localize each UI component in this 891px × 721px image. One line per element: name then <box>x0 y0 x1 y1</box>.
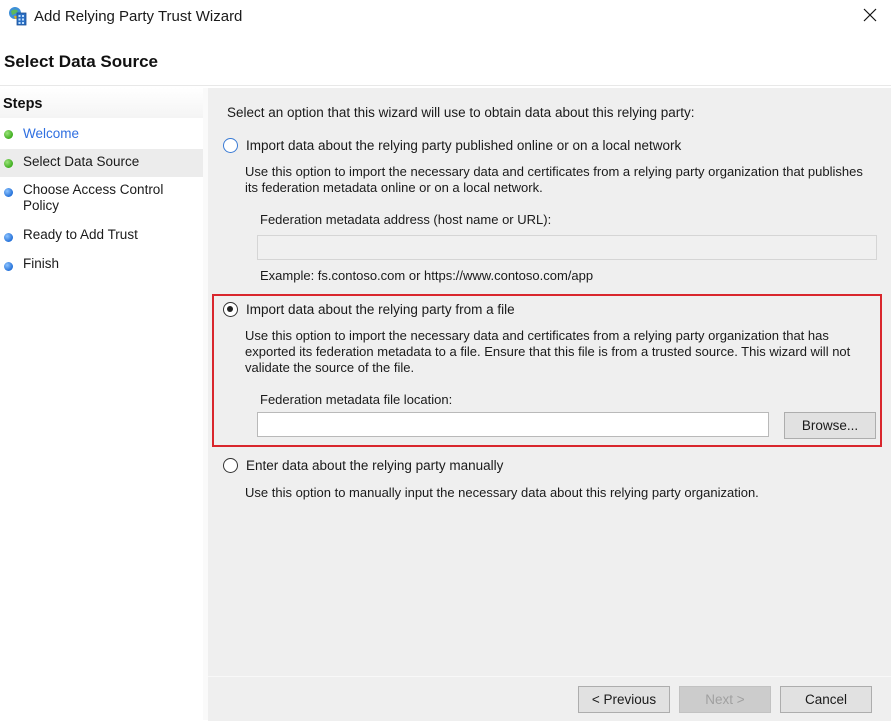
option-import-online-label[interactable]: Import data about the relying party publ… <box>246 138 681 153</box>
step-select-data-source: Select Data Source <box>0 149 203 177</box>
step-choose-access-control-policy: Choose Access Control Policy <box>0 180 203 220</box>
close-icon <box>863 8 877 25</box>
radio-enter-manually[interactable] <box>223 458 238 473</box>
cancel-button[interactable]: Cancel <box>780 686 872 713</box>
content-panel: Select an option that this wizard will u… <box>208 88 891 678</box>
step-status-icon <box>4 159 13 168</box>
step-status-icon <box>4 188 13 197</box>
metadata-address-example: Example: fs.contoso.com or https://www.c… <box>260 268 594 283</box>
radio-import-file[interactable] <box>223 302 238 317</box>
intro-text: Select an option that this wizard will u… <box>227 105 695 120</box>
browse-button[interactable]: Browse... <box>784 412 876 439</box>
adfs-wizard-icon <box>8 6 28 26</box>
steps-panel: Steps Welcome Select Data Source Choose … <box>0 88 204 720</box>
step-ready-to-add-trust: Ready to Add Trust <box>0 226 203 250</box>
metadata-address-label: Federation metadata address (host name o… <box>260 212 552 227</box>
step-label: Finish <box>23 256 60 271</box>
option-enter-manually-description: Use this option to manually input the ne… <box>245 485 759 500</box>
step-label: Ready to Add Trust <box>23 227 138 242</box>
header-divider <box>0 85 891 86</box>
page-title: Select Data Source <box>4 52 159 71</box>
previous-button[interactable]: < Previous <box>578 686 670 713</box>
window-title: Add Relying Party Trust Wizard <box>34 8 243 25</box>
metadata-address-input[interactable] <box>257 235 877 260</box>
step-label[interactable]: Welcome <box>23 126 79 142</box>
step-status-icon <box>4 233 13 242</box>
close-button[interactable] <box>848 0 891 32</box>
metadata-file-location-input[interactable] <box>257 412 769 437</box>
option-import-file-label[interactable]: Import data about the relying party from… <box>246 302 515 317</box>
option-import-file-description: Use this option to import the necessary … <box>245 328 851 375</box>
step-finish: Finish <box>0 255 203 279</box>
title-bar: Add Relying Party Trust Wizard <box>0 0 891 34</box>
next-button[interactable]: Next > <box>679 686 771 713</box>
option-enter-manually-label[interactable]: Enter data about the relying party manua… <box>246 458 503 473</box>
metadata-file-location-label: Federation metadata file location: <box>260 392 453 407</box>
steps-header: Steps <box>3 96 43 112</box>
radio-import-online[interactable] <box>223 138 238 153</box>
step-label: Select Data Source <box>23 154 140 169</box>
step-status-icon <box>4 262 13 271</box>
step-label: Choose Access Control Policy <box>23 182 164 213</box>
step-welcome[interactable]: Welcome <box>0 121 203 147</box>
option-import-online-description: Use this option to import the necessary … <box>245 164 863 195</box>
step-status-icon <box>4 130 13 139</box>
wizard-footer: < Previous Next > Cancel <box>208 676 891 721</box>
